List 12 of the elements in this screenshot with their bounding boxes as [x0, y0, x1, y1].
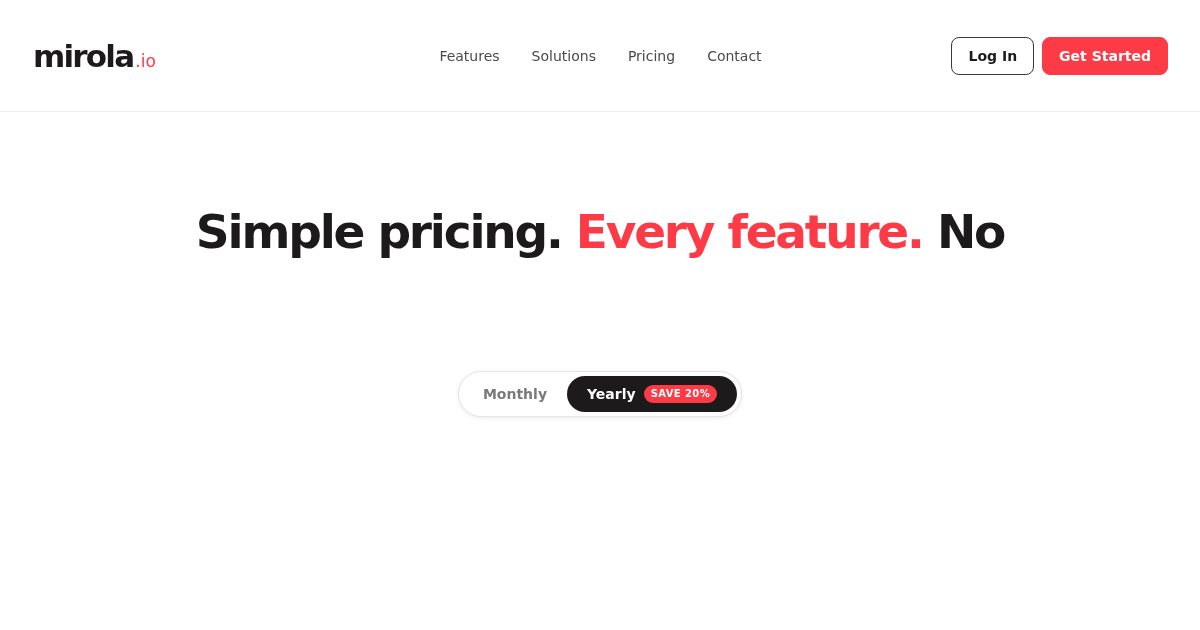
nav-link[interactable]: Pricing	[611, 45, 692, 66]
get-started-button[interactable]: Get Started	[1042, 37, 1168, 75]
nav-link[interactable]: Features	[423, 45, 516, 66]
nav-link[interactable]: Solutions	[515, 45, 612, 66]
discount-badge: SAVE 20%	[643, 385, 718, 403]
login-button[interactable]: Log In	[951, 37, 1035, 75]
hero-headline: Simple pricing. Every feature. No	[195, 203, 1005, 261]
billing-option[interactable]: Yearly SAVE 20%	[567, 376, 738, 412]
nav-link[interactable]: Contact	[691, 45, 778, 66]
logo-wordmark: mirola	[33, 41, 134, 72]
billing-option[interactable]: Monthly	[462, 376, 567, 412]
logo-suffix: .io	[135, 53, 156, 70]
